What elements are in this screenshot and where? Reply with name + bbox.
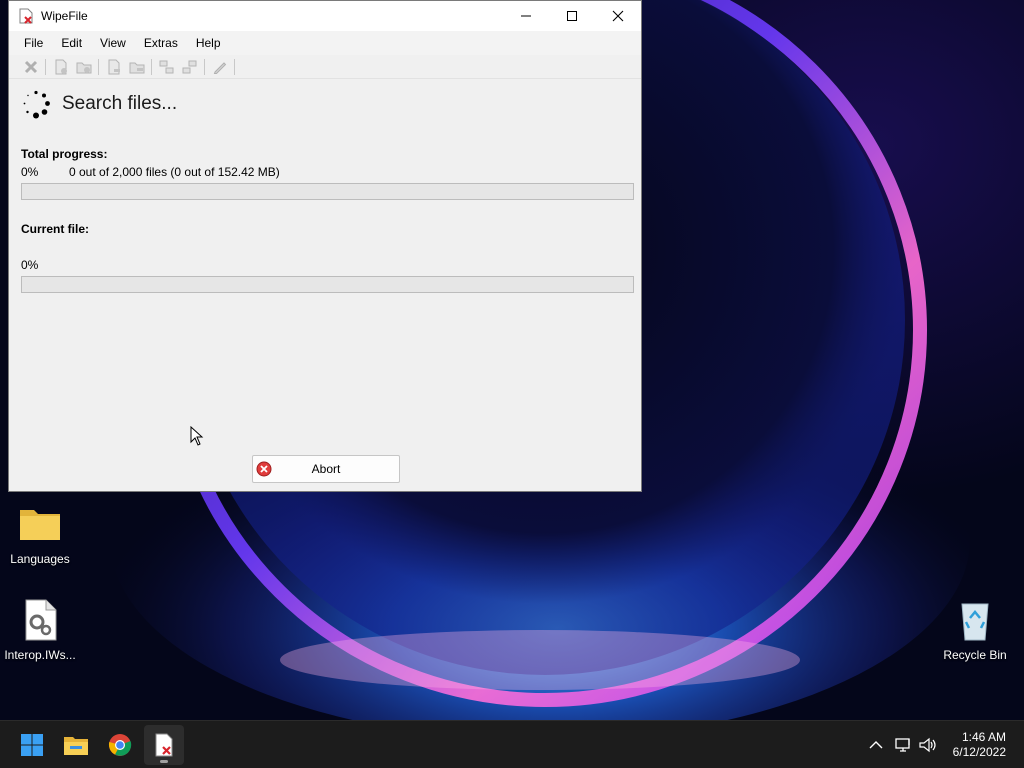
wipefile-window: WipeFile File Edit View Extras Help Sear… [8, 0, 642, 492]
current-file-percent: 0% [21, 258, 39, 272]
mouse-cursor-icon [190, 426, 204, 446]
loading-spinner-icon [23, 90, 50, 119]
add-folder-icon [76, 62, 91, 73]
toolbar-separator [98, 58, 99, 75]
maximize-button[interactable] [549, 1, 595, 31]
taskbar-clock[interactable]: 1:46 AM 6/12/2022 [953, 730, 1006, 760]
current-file-label: Current file: [21, 222, 90, 236]
window-title: WipeFile [41, 9, 88, 23]
volume-icon [919, 737, 936, 753]
menu-file[interactable]: File [15, 31, 52, 55]
toolbar-separator [234, 58, 235, 75]
chrome-icon [108, 734, 132, 756]
move-down-icon [182, 60, 196, 73]
toolbar-separator [204, 58, 205, 75]
menu-extras[interactable]: Extras [135, 31, 187, 55]
settings-file-icon [16, 596, 64, 644]
desktop-icon-recycle-bin[interactable]: Recycle Bin [935, 596, 1015, 662]
total-progress-bar [21, 183, 634, 200]
desktop-icon-label: Recycle Bin [943, 648, 1007, 662]
taskbar-file-explorer[interactable] [56, 725, 96, 765]
toolbar-move-up-button[interactable] [155, 57, 178, 77]
taskbar: 1:46 AM 6/12/2022 [0, 720, 1024, 768]
minimize-button[interactable] [503, 1, 549, 31]
start-icon [21, 734, 43, 756]
close-icon [612, 10, 624, 22]
toolbar-remove-file-button[interactable] [102, 57, 125, 77]
taskbar-chrome[interactable] [100, 725, 140, 765]
taskbar-wipefile[interactable] [144, 725, 184, 765]
file-explorer-icon [64, 737, 88, 755]
toolbar-add-files-button[interactable] [49, 57, 72, 77]
toolbar [9, 55, 641, 79]
maximize-icon [567, 11, 577, 21]
clock-date: 6/12/2022 [952, 745, 1006, 759]
pencil-icon [213, 61, 226, 74]
desktop-icon-label: Languages [10, 552, 70, 566]
network-icon [895, 738, 910, 752]
toolbar-delete-button[interactable] [19, 57, 42, 77]
toolbar-remove-folder-button[interactable] [125, 57, 148, 77]
wipefile-icon [155, 733, 173, 757]
wipefile-app-icon [19, 8, 33, 24]
menu-bar: File Edit View Extras Help [9, 31, 641, 55]
recycle-bin-icon [951, 596, 999, 644]
toolbar-move-down-button[interactable] [178, 57, 201, 77]
menu-view[interactable]: View [91, 31, 135, 55]
toolbar-edit-button[interactable] [208, 57, 231, 77]
menu-edit[interactable]: Edit [52, 31, 91, 55]
folder-icon [16, 500, 64, 548]
total-progress-percent: 0% [21, 165, 39, 179]
abort-button[interactable]: Abort [252, 455, 400, 483]
desktop-icon-interop[interactable]: Interop.IWs... [0, 596, 80, 662]
minimize-icon [521, 15, 531, 17]
search-status: Search files... [21, 89, 177, 119]
toolbar-add-folder-button[interactable] [72, 57, 95, 77]
clock-time: 1:46 AM [961, 730, 1006, 744]
remove-file-icon [108, 59, 120, 74]
current-file-progress-bar [21, 276, 634, 293]
network-tray-button[interactable] [894, 735, 914, 755]
title-bar[interactable]: WipeFile [9, 1, 641, 31]
abort-button-label: Abort [311, 462, 341, 476]
move-up-icon [159, 60, 173, 73]
chevron-up-icon [869, 741, 883, 749]
desktop-icon-label: Interop.IWs... [4, 648, 76, 662]
delete-x-icon [24, 60, 37, 73]
remove-folder-icon [129, 62, 144, 73]
close-button[interactable] [595, 1, 641, 31]
start-button[interactable] [12, 725, 52, 765]
menu-help[interactable]: Help [187, 31, 230, 55]
abort-x-icon [256, 461, 272, 477]
add-file-icon [55, 59, 67, 74]
search-heading: Search files... [62, 93, 178, 114]
volume-tray-button[interactable] [918, 735, 938, 755]
toolbar-separator [45, 58, 46, 75]
active-app-indicator [160, 760, 168, 763]
show-hidden-icons-button[interactable] [866, 735, 886, 755]
total-progress-label: Total progress: [21, 147, 108, 161]
total-progress-count: 0 out of 2,000 files (0 out of 152.42 MB… [69, 165, 280, 179]
desktop-icon-languages[interactable]: Languages [0, 500, 80, 566]
toolbar-separator [151, 58, 152, 75]
